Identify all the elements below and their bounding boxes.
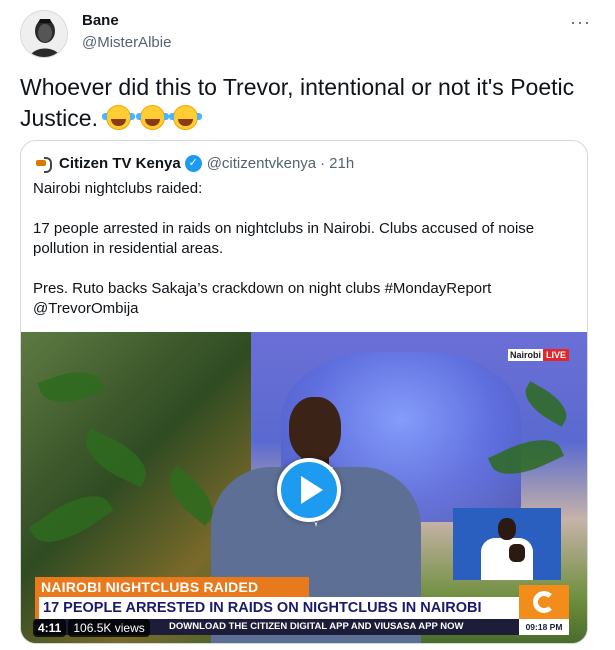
video-duration: 4:11 — [33, 619, 67, 637]
author-handle[interactable]: @MisterAlbie — [82, 34, 171, 51]
lower-third-subheadline: 17 PEOPLE ARRESTED IN RAIDS ON NIGHTCLUB… — [35, 597, 519, 619]
play-button[interactable] — [277, 458, 341, 522]
quoted-tweet-header: Citizen TV Kenya ✓ @citizentvkenya · 21h — [33, 153, 354, 173]
author-name[interactable]: Bane — [82, 12, 119, 29]
more-options-button[interactable]: ··· — [570, 12, 591, 33]
separator-dot: · — [320, 154, 326, 172]
video-player[interactable]: Nairobi LIVE NAIROBI NIGHTCLUBS RAIDED 1… — [21, 332, 587, 643]
live-tag: LIVE — [542, 349, 569, 361]
face-with-tears-of-joy-icon — [102, 105, 136, 130]
face-with-tears-of-joy-icon — [169, 105, 203, 130]
video-meta: 4:11 106.5K views — [33, 618, 150, 638]
channel-tag: Nairobi — [507, 349, 543, 361]
tweet-card: Bane @MisterAlbie ··· Whoever did this t… — [0, 0, 615, 650]
face-with-tears-of-joy-icon — [135, 105, 169, 130]
quoted-author-handle: @citizentvkenya — [206, 154, 317, 172]
quoted-line-3: Pres. Ruto backs Sakaja’s crackdown on n… — [33, 280, 492, 317]
citizen-channel-logo-icon — [519, 585, 569, 619]
quoted-author-name: Citizen TV Kenya — [59, 154, 181, 172]
play-icon — [301, 476, 323, 504]
quoted-tweet-text: Nairobi nightclubs raided: 17 people arr… — [33, 179, 573, 319]
lower-third-headline: NAIROBI NIGHTCLUBS RAIDED — [35, 577, 309, 597]
citizen-tv-logo-icon — [33, 153, 53, 173]
avatar-illustration-icon — [21, 11, 67, 57]
tweet-text: Whoever did this to Trevor, intentional … — [20, 72, 590, 134]
avatar[interactable] — [20, 10, 68, 58]
live-badge: Nairobi LIVE — [507, 349, 569, 361]
tweet-text-content: Whoever did this to Trevor, intentional … — [20, 74, 575, 131]
quoted-tweet[interactable]: Citizen TV Kenya ✓ @citizentvkenya · 21h… — [20, 140, 588, 644]
verified-badge-icon: ✓ — [184, 154, 202, 172]
sign-language-interpreter-inset — [453, 508, 561, 580]
broadcast-clock: 09:18 PM — [519, 619, 569, 635]
quoted-line-1: Nairobi nightclubs raided: — [33, 180, 203, 197]
quoted-line-2: 17 people arrested in raids on nightclub… — [33, 220, 535, 257]
quoted-timestamp[interactable]: 21h — [329, 155, 354, 172]
video-views: 106.5K views — [68, 619, 150, 637]
